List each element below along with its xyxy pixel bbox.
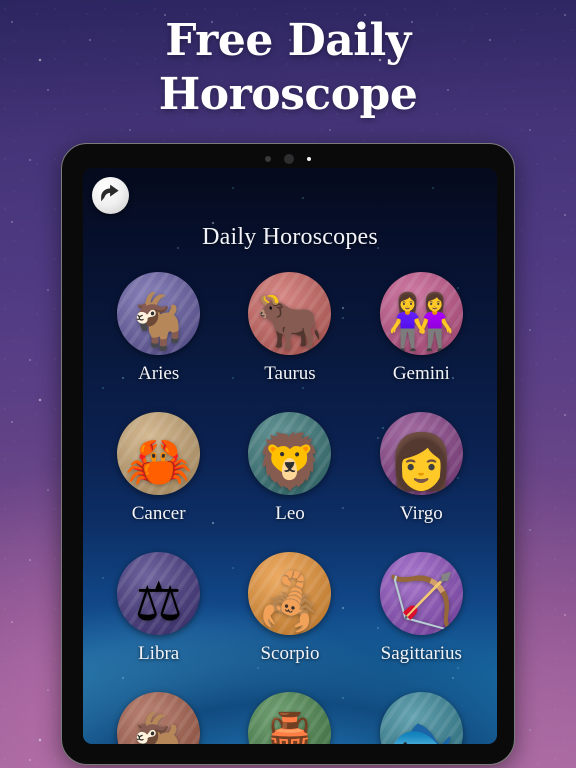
poster-background: Free Daily Horoscope Daily Horoscopes 🐐 A…	[0, 0, 576, 768]
tablet-device-frame: Daily Horoscopes 🐐 Aries 🐂 Taurus 👭 Gemini 🦀 Ca…	[61, 143, 515, 765]
zodiac-cell-sagittarius[interactable]: 🏹 Sagittarius	[356, 552, 487, 692]
zodiac-cell-libra[interactable]: ⚖ Libra	[93, 552, 224, 692]
zodiac-sign-grid: 🐐 Aries 🐂 Taurus 👭 Gemini 🦀 Cancer 🦁 Leo 👩 Virgo ⚖ Li…	[93, 272, 487, 744]
sagittarius-archer-icon[interactable]: 🏹	[379, 552, 463, 635]
zodiac-cell-aquarius[interactable]: 🏺Aquarius	[224, 692, 355, 744]
zodiac-glyph: 👩	[387, 432, 455, 492]
app-screen: Daily Horoscopes 🐐 Aries 🐂 Taurus 👭 Gemini 🦀 Ca…	[83, 168, 497, 744]
zodiac-cell-taurus[interactable]: 🐂 Taurus	[224, 272, 355, 412]
zodiac-cell-capricorn[interactable]: 🐐Capricorn	[93, 692, 224, 744]
virgo-maiden-icon[interactable]: 👩	[379, 412, 463, 495]
zodiac-label: Leo	[275, 503, 305, 524]
libra-scales-icon[interactable]: ⚖	[117, 552, 201, 635]
zodiac-cell-gemini[interactable]: 👭 Gemini	[356, 272, 487, 412]
zodiac-label: Taurus	[264, 363, 316, 384]
taurus-bull-icon[interactable]: 🐂	[248, 272, 332, 355]
headline-line-2: Horoscope	[158, 69, 418, 120]
zodiac-label: Sagittarius	[380, 643, 462, 664]
scorpio-scorpion-icon[interactable]: 🦂	[248, 552, 332, 635]
camera-sensor-dot-icon	[265, 156, 271, 162]
bezel-camera-cluster	[62, 153, 514, 165]
zodiac-label: Cancer	[131, 503, 186, 524]
headline-line-1: Free Daily	[165, 15, 411, 66]
zodiac-glyph: 👭	[387, 292, 455, 352]
zodiac-cell-leo[interactable]: 🦁 Leo	[224, 412, 355, 552]
pisces-fish-icon[interactable]: 🐟	[379, 692, 463, 744]
zodiac-label: Virgo	[399, 503, 443, 524]
aquarius-waterbearer-icon[interactable]: 🏺	[248, 692, 332, 744]
page-title: Daily Horoscopes	[202, 224, 378, 250]
zodiac-glyph: 🐐	[125, 292, 193, 352]
zodiac-glyph: 🐐	[125, 712, 193, 744]
zodiac-label: Aries	[138, 363, 180, 384]
aries-ram-icon[interactable]: 🐐	[117, 272, 201, 355]
poster-headline: Free Daily Horoscope	[0, 14, 576, 122]
zodiac-cell-aries[interactable]: 🐐 Aries	[93, 272, 224, 412]
camera-led-icon	[307, 157, 311, 161]
back-button[interactable]	[92, 177, 129, 214]
zodiac-label: Scorpio	[260, 643, 320, 664]
zodiac-label: Gemini	[392, 363, 450, 384]
leo-lion-icon[interactable]: 🦁	[248, 412, 332, 495]
zodiac-glyph: 🦀	[125, 432, 193, 492]
gemini-twins-icon[interactable]: 👭	[379, 272, 463, 355]
zodiac-cell-virgo[interactable]: 👩 Virgo	[356, 412, 487, 552]
zodiac-glyph: 🏹	[387, 572, 455, 632]
zodiac-glyph: 🦁	[256, 432, 324, 492]
zodiac-glyph: 🐂	[256, 292, 324, 352]
cancer-crab-icon[interactable]: 🦀	[117, 412, 201, 495]
zodiac-glyph: 🦂	[256, 572, 324, 632]
zodiac-cell-pisces[interactable]: 🐟Pisces	[356, 692, 487, 744]
camera-lens-icon	[284, 154, 294, 164]
zodiac-label: Libra	[138, 643, 180, 664]
zodiac-cell-scorpio[interactable]: 🦂 Scorpio	[224, 552, 355, 692]
zodiac-glyph: 🐟	[387, 712, 455, 744]
zodiac-cell-cancer[interactable]: 🦀 Cancer	[93, 412, 224, 552]
capricorn-seagoat-icon[interactable]: 🐐	[117, 692, 201, 744]
back-arrow-icon	[101, 184, 119, 202]
zodiac-glyph: 🏺	[256, 712, 324, 744]
zodiac-glyph: ⚖	[134, 572, 183, 632]
